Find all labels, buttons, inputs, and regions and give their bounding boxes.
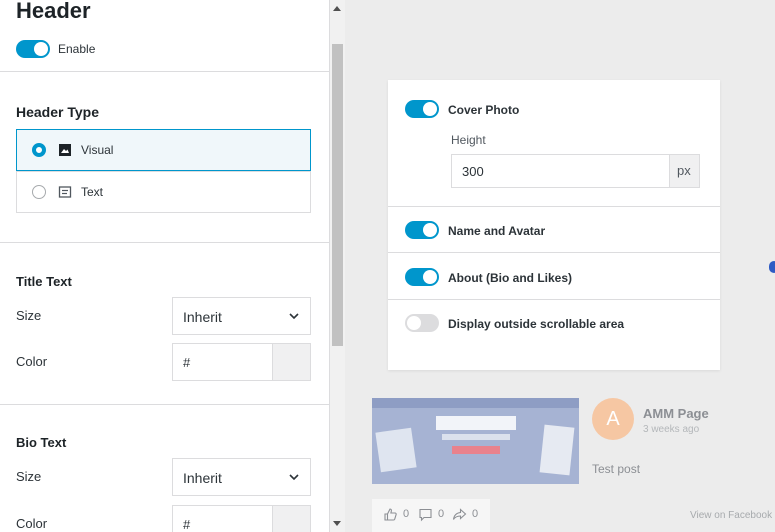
scroll-down-icon[interactable]: [333, 521, 341, 526]
divider: [388, 206, 720, 207]
scroll-thumb[interactable]: [332, 44, 343, 346]
settings-scrollbar[interactable]: [330, 0, 345, 532]
title-size-value: Inherit: [183, 309, 222, 325]
text-icon: [58, 186, 72, 198]
title-color-value: #: [183, 355, 191, 370]
title-size-select[interactable]: Inherit: [172, 297, 311, 335]
about-label: About (Bio and Likes): [448, 271, 572, 285]
divider: [0, 404, 329, 405]
likes-count: 0: [403, 508, 410, 520]
settings-panel: Header Enable Header Type Visual Text Ti…: [0, 0, 330, 532]
height-value: 300: [462, 164, 484, 179]
color-swatch[interactable]: [272, 506, 310, 532]
height-label: Height: [451, 133, 486, 147]
header-type-option-visual[interactable]: Visual: [16, 129, 311, 171]
divider: [0, 71, 329, 72]
title-color-input[interactable]: #: [172, 343, 311, 381]
header-options-card: Cover Photo Height 300 px Name and Avata…: [388, 80, 720, 370]
enable-toggle[interactable]: [16, 40, 50, 58]
bio-color-input[interactable]: #: [172, 505, 311, 532]
title-size-label: Size: [16, 308, 42, 323]
bio-text-title: Bio Text: [16, 435, 67, 450]
avatar: A: [592, 398, 634, 440]
radio-selected[interactable]: [32, 143, 46, 157]
title-color-label: Color: [16, 354, 48, 369]
chevron-down-icon: [289, 313, 299, 320]
header-type-title: Header Type: [16, 104, 99, 120]
comment-icon: [419, 508, 432, 522]
color-swatch[interactable]: [272, 344, 310, 380]
post-stats: 0 0 0: [372, 499, 490, 532]
edge-handle[interactable]: [769, 261, 775, 273]
bio-color-value: #: [183, 517, 191, 532]
bio-size-value: Inherit: [183, 470, 222, 486]
like-icon: [384, 508, 397, 521]
height-input[interactable]: 300 px: [451, 154, 700, 188]
title-text-title: Title Text: [16, 274, 72, 289]
option-text-label: Text: [81, 185, 104, 199]
bio-color-label: Color: [16, 516, 48, 531]
about-toggle[interactable]: [405, 268, 439, 286]
name-avatar-label: Name and Avatar: [448, 224, 546, 238]
outside-scroll-label: Display outside scrollable area: [448, 317, 625, 331]
cover-photo-label: Cover Photo: [448, 103, 520, 117]
divider: [0, 242, 329, 243]
name-avatar-toggle[interactable]: [405, 221, 439, 239]
post-image: [372, 398, 579, 484]
option-visual-label: Visual: [81, 143, 114, 157]
radio-unselected[interactable]: [32, 185, 46, 199]
customizer-window: Header Enable Header Type Visual Text Ti…: [0, 0, 775, 532]
enable-label: Enable: [58, 42, 96, 56]
cover-photo-toggle[interactable]: [405, 100, 439, 118]
share-icon: [452, 508, 467, 520]
chevron-down-icon: [289, 474, 299, 481]
image-icon: [59, 144, 71, 156]
shares-count: 0: [472, 508, 479, 520]
view-on-facebook-link[interactable]: View on Facebook: [690, 510, 772, 521]
outside-scroll-toggle[interactable]: [405, 314, 439, 332]
post-text: Test post: [592, 462, 641, 476]
panel-title: Header: [16, 0, 91, 23]
height-unit: px: [669, 155, 699, 187]
divider: [388, 252, 720, 253]
header-type-option-text[interactable]: Text: [16, 171, 311, 213]
bio-size-label: Size: [16, 469, 42, 484]
divider: [388, 299, 720, 300]
post-time: 3 weeks ago: [643, 424, 700, 435]
page-name[interactable]: AMM Page: [643, 406, 709, 421]
comments-count: 0: [438, 508, 445, 520]
bio-size-select[interactable]: Inherit: [172, 458, 311, 496]
scroll-up-icon[interactable]: [333, 6, 341, 11]
